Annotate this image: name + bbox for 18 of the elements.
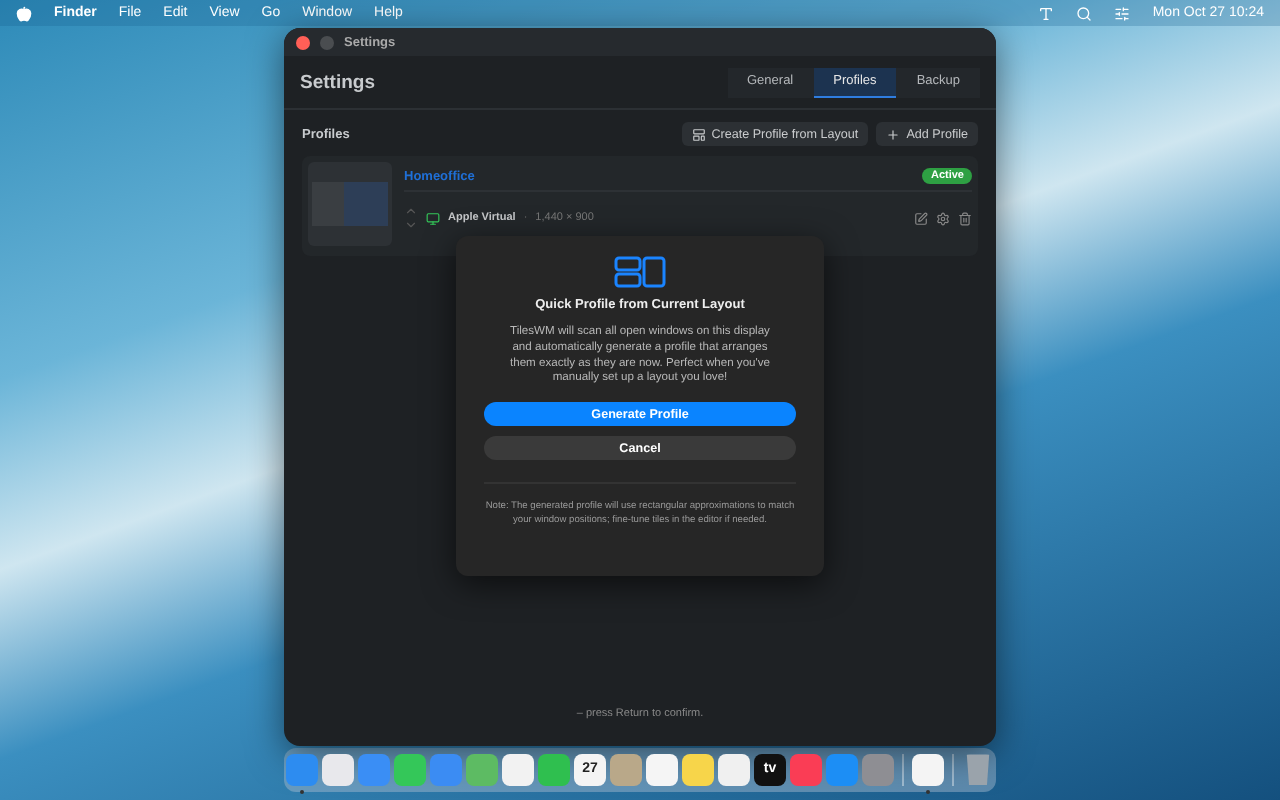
search-icon[interactable] [1076,5,1093,21]
close-button[interactable] [296,35,310,49]
trash-icon[interactable] [958,211,972,225]
layout-icon [691,127,706,141]
edit-icon[interactable] [914,211,928,225]
monitor-icon [426,211,440,225]
apple-logo-icon[interactable] [16,5,32,21]
page-heading: Settings [300,71,377,93]
layout-icon [614,256,666,288]
settings-icon[interactable] [936,211,950,225]
plus-icon [886,127,901,141]
layout-thumbnail [308,162,392,246]
text-app-icon[interactable] [1038,5,1055,21]
chevron-up-icon[interactable] [404,204,418,218]
control-center-icon[interactable] [1114,5,1131,21]
minimize-button[interactable] [320,35,334,49]
app-icon[interactable] [912,753,944,793]
chevron-down-icon[interactable] [404,218,418,232]
